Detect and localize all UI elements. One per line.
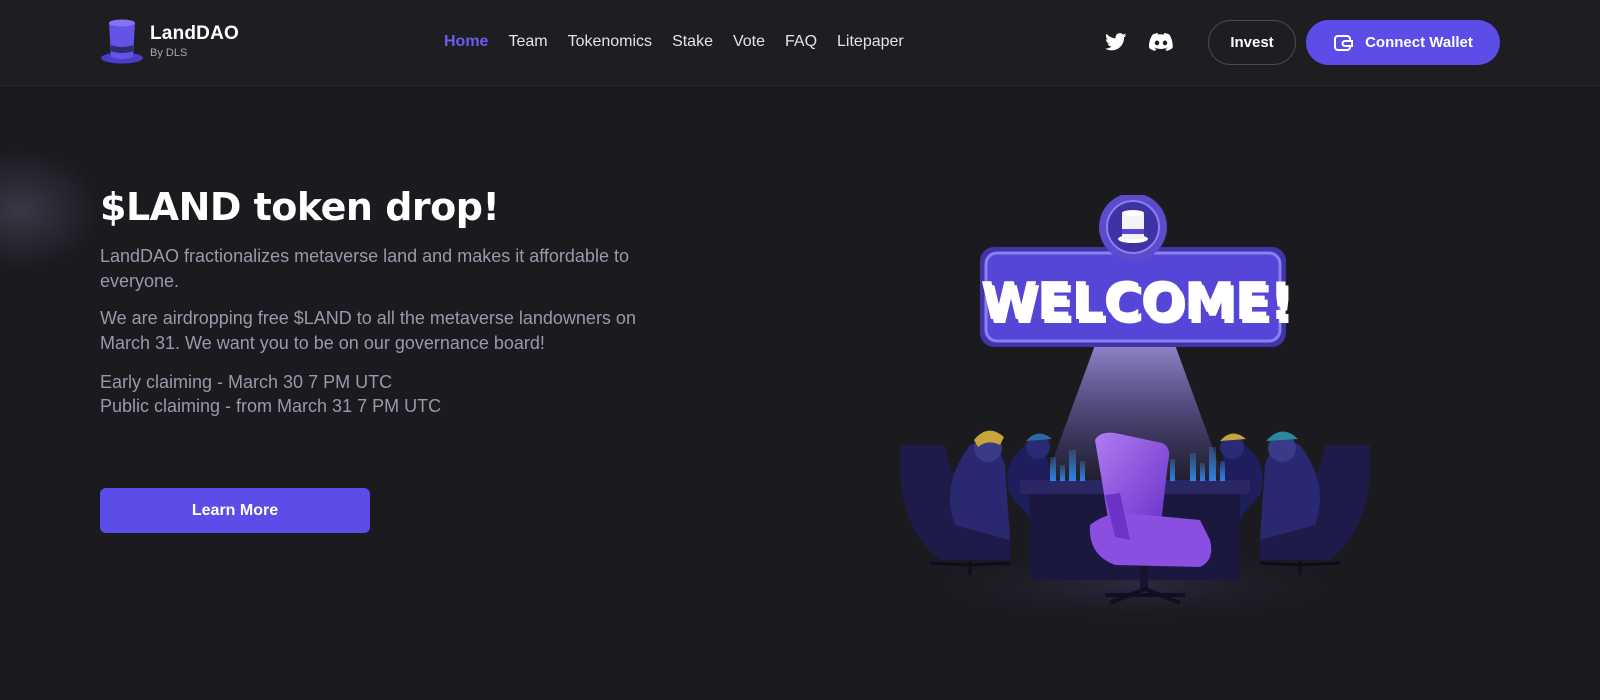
nav-stake[interactable]: Stake xyxy=(672,31,713,53)
connect-wallet-button[interactable]: Connect Wallet xyxy=(1306,20,1500,65)
site-header: LandDAO By DLS Home Team Tokenomics Stak… xyxy=(0,0,1600,86)
twitter-icon xyxy=(1105,33,1127,51)
wallet-icon xyxy=(1334,34,1354,51)
welcome-boardroom-illustration: WELCOME! WELCOME! xyxy=(900,195,1370,625)
hero-airdrop-text: We are airdropping free $LAND to all the… xyxy=(100,308,636,353)
hero-title: $LAND token drop! xyxy=(100,185,500,229)
logo-subtitle: By DLS xyxy=(150,46,188,59)
welcome-sign: WELCOME! WELCOME! xyxy=(980,195,1296,347)
nav-faq[interactable]: FAQ xyxy=(785,31,817,53)
discord-link[interactable] xyxy=(1148,29,1174,55)
nav-team[interactable]: Team xyxy=(508,31,547,53)
learn-more-button[interactable]: Learn More xyxy=(100,488,370,533)
public-claiming-text: Public claiming - from March 31 7 PM UTC xyxy=(100,396,442,416)
main-nav: Home Team Tokenomics Stake Vote FAQ Lite… xyxy=(444,31,904,53)
nav-tokenomics[interactable]: Tokenomics xyxy=(568,31,652,53)
connect-wallet-label: Connect Wallet xyxy=(1365,34,1473,51)
logo[interactable]: LandDAO By DLS xyxy=(100,18,239,64)
discord-icon xyxy=(1149,33,1173,51)
hero-description: LandDAO fractionalizes metaverse land an… xyxy=(100,246,629,291)
nav-vote[interactable]: Vote xyxy=(733,31,765,53)
welcome-sign-text: WELCOME! xyxy=(980,272,1291,332)
background-glow xyxy=(0,150,100,270)
sign-top-hat-icon xyxy=(1118,210,1148,243)
invest-button[interactable]: Invest xyxy=(1208,20,1296,65)
twitter-link[interactable] xyxy=(1103,29,1129,55)
nav-litepaper[interactable]: Litepaper xyxy=(837,31,904,53)
early-claiming-text: Early claiming - March 30 7 PM UTC xyxy=(100,372,393,392)
nav-home[interactable]: Home xyxy=(444,31,488,53)
hero-section: $LAND token drop! LandDAO fractionalizes… xyxy=(100,184,680,418)
logo-title: LandDAO xyxy=(150,22,240,44)
claiming-schedule: Early claiming - March 30 7 PM UTC Publi… xyxy=(100,370,680,418)
top-hat-logo-icon xyxy=(101,19,143,64)
